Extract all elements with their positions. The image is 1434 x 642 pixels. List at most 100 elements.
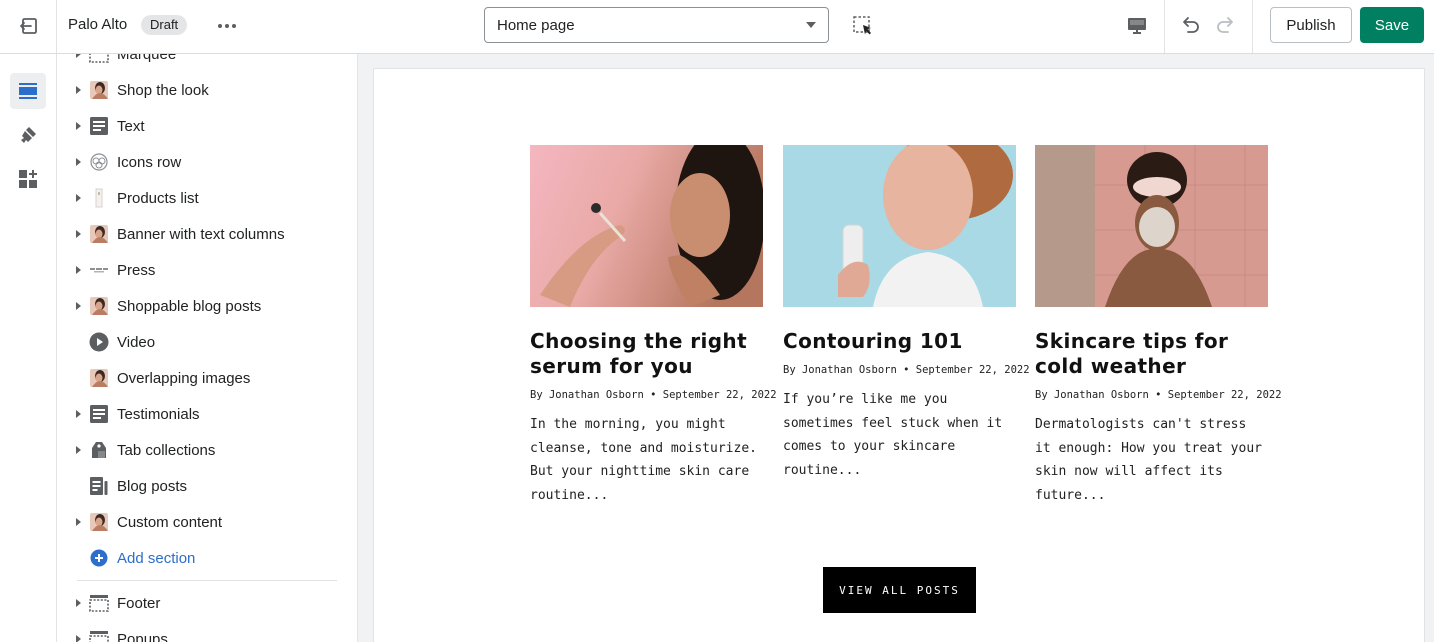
caret-right-icon[interactable] xyxy=(76,194,81,202)
post-title[interactable]: Skincare tips for cold weather xyxy=(1035,329,1268,379)
sections-icon xyxy=(19,83,37,99)
caret-right-icon[interactable] xyxy=(76,302,81,310)
section-icon xyxy=(89,54,109,64)
sidebar-item-label: Press xyxy=(117,261,156,279)
inspector-button[interactable] xyxy=(849,12,877,40)
add-section-button[interactable]: Add section xyxy=(57,540,357,576)
sidebar-item-tab-collections[interactable]: Tab collections xyxy=(57,432,357,468)
desktop-preview-button[interactable] xyxy=(1123,12,1151,40)
sidebar-item-label: Products list xyxy=(117,189,199,207)
caret-right-icon[interactable] xyxy=(76,54,81,58)
sidebar-item-label: Icons row xyxy=(117,153,182,171)
caret-right-icon[interactable] xyxy=(76,518,81,526)
post-image-contouring[interactable] xyxy=(783,145,1016,307)
text-block-icon xyxy=(90,405,108,423)
undo-button[interactable] xyxy=(1176,11,1204,39)
sidebar-item-shop-the-look[interactable]: Shop the look xyxy=(57,72,357,108)
save-button[interactable]: Save xyxy=(1360,7,1424,43)
sidebar-item-text[interactable]: Text xyxy=(57,108,357,144)
sidebar-item-label: Marquee xyxy=(117,54,177,63)
sidebar-item-custom-content[interactable]: Custom content xyxy=(57,504,357,540)
sidebar-item-press[interactable]: Press xyxy=(57,252,357,288)
caret-right-icon[interactable] xyxy=(76,410,81,418)
sidebar-item-label: Popups xyxy=(117,630,168,642)
caret-right-icon[interactable] xyxy=(76,635,81,642)
section-icon xyxy=(89,368,109,388)
sidebar-item-blog-posts[interactable]: Blog posts xyxy=(57,468,357,504)
sidebar-item-label: Blog posts xyxy=(117,477,188,495)
section-icon xyxy=(89,116,109,136)
sidebar-item-footer[interactable]: Footer xyxy=(57,585,357,621)
section-icon xyxy=(89,152,109,172)
sidebar-item-label: Shoppable blog posts xyxy=(117,297,262,315)
caret-right-icon[interactable] xyxy=(76,86,81,94)
text-block-icon xyxy=(90,117,108,135)
app-blocks-icon xyxy=(19,170,37,188)
page-selector[interactable]: Home page xyxy=(484,7,829,43)
image-thumbnail-icon xyxy=(90,81,108,99)
redo-button[interactable] xyxy=(1212,11,1240,39)
caret-right-icon[interactable] xyxy=(76,266,81,274)
rail-sections-button[interactable] xyxy=(10,73,46,109)
caret-right-icon[interactable] xyxy=(76,230,81,238)
preview-area: Choosing the right serum for you By Jona… xyxy=(358,54,1434,642)
caret-right-icon[interactable] xyxy=(76,122,81,130)
sidebar-item-icons-row[interactable]: Icons row xyxy=(57,144,357,180)
sidebar-divider xyxy=(77,580,337,581)
caret-right-icon[interactable] xyxy=(76,446,81,454)
rail-app-embeds-button[interactable] xyxy=(10,161,46,197)
footer-icon xyxy=(89,595,109,612)
store-name: Palo Alto xyxy=(68,16,128,33)
play-icon xyxy=(89,332,109,352)
section-icon xyxy=(89,80,109,100)
press-logo-icon xyxy=(90,268,108,273)
sections-sidebar: Marquee Shop the look Text Icons row Product… xyxy=(57,54,358,642)
sidebar-item-label: Banner with text columns xyxy=(117,225,285,243)
sidebar-item-label: Tab collections xyxy=(117,441,216,459)
section-icon xyxy=(89,593,109,613)
more-actions-button[interactable] xyxy=(213,13,241,39)
sidebar-item-label: Shop the look xyxy=(117,81,209,99)
sidebar-item-products-list[interactable]: Products list xyxy=(57,180,357,216)
caret-right-icon[interactable] xyxy=(76,599,81,607)
section-icon xyxy=(89,260,109,280)
post-meta: By Jonathan Osborn • September 22, 2022 xyxy=(1035,389,1282,401)
view-all-posts-button[interactable]: VIEW ALL POSTS xyxy=(823,567,976,613)
popup-icon xyxy=(89,631,109,642)
post-excerpt: In the morning, you might cleanse, tone … xyxy=(530,417,757,503)
products-list-icon xyxy=(95,188,103,208)
section-icon xyxy=(89,440,109,460)
sidebar-item-video[interactable]: Video xyxy=(57,324,357,360)
section-icon xyxy=(89,512,109,532)
post-title[interactable]: Contouring 101 xyxy=(783,329,1016,354)
sidebar-item-shoppable-blog-posts[interactable]: Shoppable blog posts xyxy=(57,288,357,324)
post-excerpt: Dermatologists can't stress it enough: H… xyxy=(1035,417,1262,503)
blog-post-card: Contouring 101 By Jonathan Osborn • Sept… xyxy=(783,145,1030,482)
caret-right-icon[interactable] xyxy=(76,158,81,166)
rail-theme-settings-button[interactable] xyxy=(10,117,46,153)
desktop-icon xyxy=(1128,18,1146,34)
post-image-cold-weather[interactable] xyxy=(1035,145,1268,307)
plus-circle-icon xyxy=(89,548,109,568)
sidebar-item-label: Video xyxy=(117,333,156,351)
sidebar-item-popups[interactable]: Popups xyxy=(57,621,357,642)
post-meta: By Jonathan Osborn • September 22, 2022 xyxy=(783,364,1030,376)
sidebar-item-label: Footer xyxy=(117,594,161,612)
caret-down-icon xyxy=(806,22,816,28)
blog-post-card: Choosing the right serum for you By Jona… xyxy=(530,145,777,507)
status-badge: Draft xyxy=(141,15,188,35)
post-title[interactable]: Choosing the right serum for you xyxy=(530,329,763,379)
sidebar-item-testimonials[interactable]: Testimonials xyxy=(57,396,357,432)
add-section-label: Add section xyxy=(117,549,196,567)
section-icon xyxy=(89,332,109,352)
sidebar-item-overlapping-images[interactable]: Overlapping images xyxy=(57,360,357,396)
theme-settings-brush-icon xyxy=(21,127,36,143)
image-thumbnail-icon xyxy=(90,225,108,243)
blog-icon xyxy=(90,477,108,495)
sidebar-item-banner-with-text-columns[interactable]: Banner with text columns xyxy=(57,216,357,252)
post-excerpt: If you’re like me you sometimes feel stu… xyxy=(783,392,1003,478)
publish-button[interactable]: Publish xyxy=(1270,7,1352,43)
exit-editor-button[interactable] xyxy=(14,11,44,41)
sidebar-item-marquee[interactable]: Marquee xyxy=(57,54,357,72)
post-image-serum[interactable] xyxy=(530,145,763,307)
